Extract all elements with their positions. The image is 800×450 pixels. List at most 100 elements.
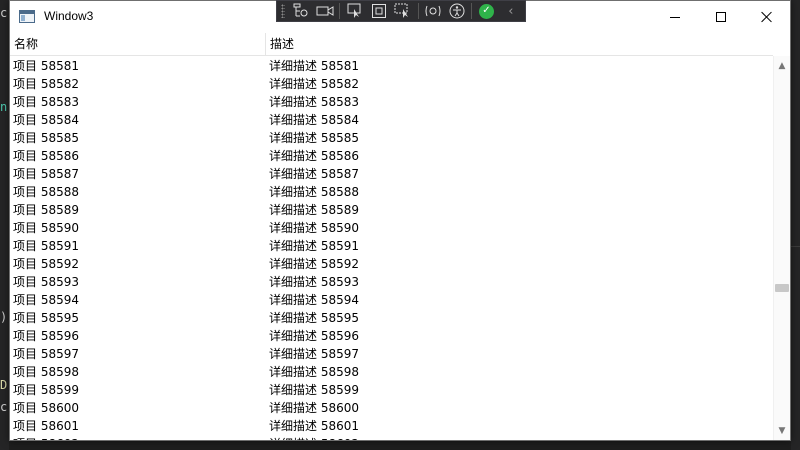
list-item[interactable]: 项目 58600 详细描述 58600: [10, 399, 773, 417]
list-item[interactable]: 项目 58581 详细描述 58581: [10, 57, 773, 75]
list-item-description: 详细描述 58588: [269, 185, 359, 199]
visual-tree-icon: [293, 3, 308, 17]
layout-adorner-icon: [371, 4, 386, 18]
background-glyph: ): [0, 310, 8, 324]
toolbar-separator: [471, 3, 473, 19]
scroll-down-arrow-icon[interactable]: ▼: [774, 423, 790, 439]
list-item-description: 详细描述 58593: [269, 275, 359, 289]
maximize-button[interactable]: [698, 1, 744, 33]
scroll-thumb[interactable]: [775, 284, 789, 293]
list-item-name: 项目 58599: [13, 383, 79, 397]
list-item-name: 项目 58589: [13, 203, 79, 217]
list-item[interactable]: 项目 58591 详细描述 58591: [10, 237, 773, 255]
list-item[interactable]: 项目 58586 详细描述 58586: [10, 147, 773, 165]
background-divider: [791, 246, 800, 247]
list-item[interactable]: 项目 58585 详细描述 58585: [10, 129, 773, 147]
list-item-name: 项目 58587: [13, 167, 79, 181]
list-item-name: 项目 58600: [13, 401, 79, 415]
list-header: 名称 描述: [10, 33, 773, 56]
xaml-debug-toolbar: ✓ ‹: [276, 0, 526, 22]
list-item-description: 详细描述 58598: [269, 365, 359, 379]
list-item[interactable]: 项目 58596 详细描述 58596: [10, 327, 773, 345]
list-item[interactable]: 项目 58594 详细描述 58594: [10, 291, 773, 309]
list-item-name: 项目 58581: [13, 59, 79, 73]
list-item-name: 项目 58596: [13, 329, 79, 343]
display-layout-adorners-button[interactable]: [369, 1, 389, 21]
list-item[interactable]: 项目 58595 详细描述 58595: [10, 309, 773, 327]
track-focus-icon: [394, 3, 409, 18]
list-item[interactable]: 项目 58592 详细描述 58592: [10, 255, 773, 273]
accessibility-icon: [449, 3, 465, 19]
collapse-toolbar-button[interactable]: ‹: [501, 1, 521, 21]
accessibility-checker-button[interactable]: [447, 1, 467, 21]
app-window-icon[interactable]: [19, 10, 35, 23]
list-item[interactable]: 项目 58602 详细描述 58602: [10, 435, 773, 440]
minimize-button[interactable]: [652, 1, 698, 33]
list-item-name: 项目 58601: [13, 419, 79, 433]
list-item-description: 详细描述 58590: [269, 221, 359, 235]
list-item[interactable]: 项目 58598 详细描述 58598: [10, 363, 773, 381]
list-rows: 项目 58581 详细描述 58581 项目 58582 详细描述 58582 项目 5…: [10, 57, 773, 440]
list-item[interactable]: 项目 58588 详细描述 58588: [10, 183, 773, 201]
list-item[interactable]: 项目 58583 详细描述 58583: [10, 93, 773, 111]
list-item-name: 项目 58584: [13, 113, 79, 127]
list-item-name: 项目 58586: [13, 149, 79, 163]
list-item[interactable]: 项目 58590 详细描述 58590: [10, 219, 773, 237]
list-item-name: 项目 58597: [13, 347, 79, 361]
scroll-up-arrow-icon[interactable]: ▲: [774, 58, 790, 74]
list-item[interactable]: 项目 58601 详细描述 58601: [10, 417, 773, 435]
list-item-name: 项目 58591: [13, 239, 79, 253]
toolbar-grip-icon[interactable]: [281, 4, 285, 18]
background-glyph: n: [0, 100, 8, 114]
video-camera-icon: [316, 6, 334, 16]
background-editor-left: c n ) D c: [0, 0, 9, 450]
list-item-description: 详细描述 58597: [269, 347, 359, 361]
live-visual-tree-button[interactable]: [291, 1, 311, 21]
list-item-description: 详细描述 58600: [269, 401, 359, 415]
background-glyph: D: [0, 378, 8, 392]
list-item-description: 详细描述 58592: [269, 257, 359, 271]
toolbar-separator: [339, 3, 341, 19]
select-pointer-icon: [347, 3, 361, 18]
vertical-scrollbar[interactable]: ▲ ▼: [773, 56, 790, 440]
hot-reload-button[interactable]: [423, 1, 443, 21]
select-element-button[interactable]: [344, 1, 364, 21]
list-item-name: 项目 58598: [13, 365, 79, 379]
list-item-name: 项目 58593: [13, 275, 79, 289]
list-item-description: 详细描述 58585: [269, 131, 359, 145]
list-item-description: 详细描述 58586: [269, 149, 359, 163]
close-button[interactable]: [744, 1, 790, 33]
record-button[interactable]: [315, 1, 335, 21]
list-item[interactable]: 项目 58587 详细描述 58587: [10, 165, 773, 183]
list-item-description: 详细描述 58591: [269, 239, 359, 253]
minimize-icon: [670, 16, 680, 18]
list-item-name: 项目 58583: [13, 95, 79, 109]
column-header-name[interactable]: 名称: [10, 33, 266, 56]
list-item[interactable]: 项目 58597 详细描述 58597: [10, 345, 773, 363]
list-item[interactable]: 项目 58593 详细描述 58593: [10, 273, 773, 291]
list-item-description: 详细描述 58596: [269, 329, 359, 343]
list-item[interactable]: 项目 58582 详细描述 58582: [10, 75, 773, 93]
list-item-name: 项目 58602: [13, 435, 263, 440]
list-item[interactable]: 项目 58584 详细描述 58584: [10, 111, 773, 129]
list-item[interactable]: 项目 58589 详细描述 58589: [10, 201, 773, 219]
track-focus-button[interactable]: [393, 1, 413, 21]
list-item-name: 项目 58594: [13, 293, 79, 307]
list-item[interactable]: 项目 58599 详细描述 58599: [10, 381, 773, 399]
list-item-description: 详细描述 58581: [269, 59, 359, 73]
list-item-name: 项目 58582: [13, 77, 79, 91]
background-glyph: c: [0, 6, 8, 20]
binding-status-button[interactable]: ✓: [476, 1, 496, 21]
close-icon: [761, 11, 773, 23]
chevron-left-icon: ‹: [508, 3, 514, 19]
list-item-name: 项目 58592: [13, 257, 79, 271]
background-glyph: c: [0, 400, 8, 414]
list-item-description: 详细描述 58594: [269, 293, 359, 307]
list-item-description: 详细描述 58599: [269, 383, 359, 397]
list-item-description: 详细描述 58589: [269, 203, 359, 217]
list-view[interactable]: 名称 描述 项目 58581 详细描述 58581 项目 58582 详细描述 585…: [10, 33, 790, 440]
list-item-description: 详细描述 58602: [269, 435, 769, 440]
checkmark-icon: ✓: [478, 3, 494, 19]
column-header-description[interactable]: 描述: [266, 33, 773, 56]
toolbar-separator: [417, 3, 419, 19]
